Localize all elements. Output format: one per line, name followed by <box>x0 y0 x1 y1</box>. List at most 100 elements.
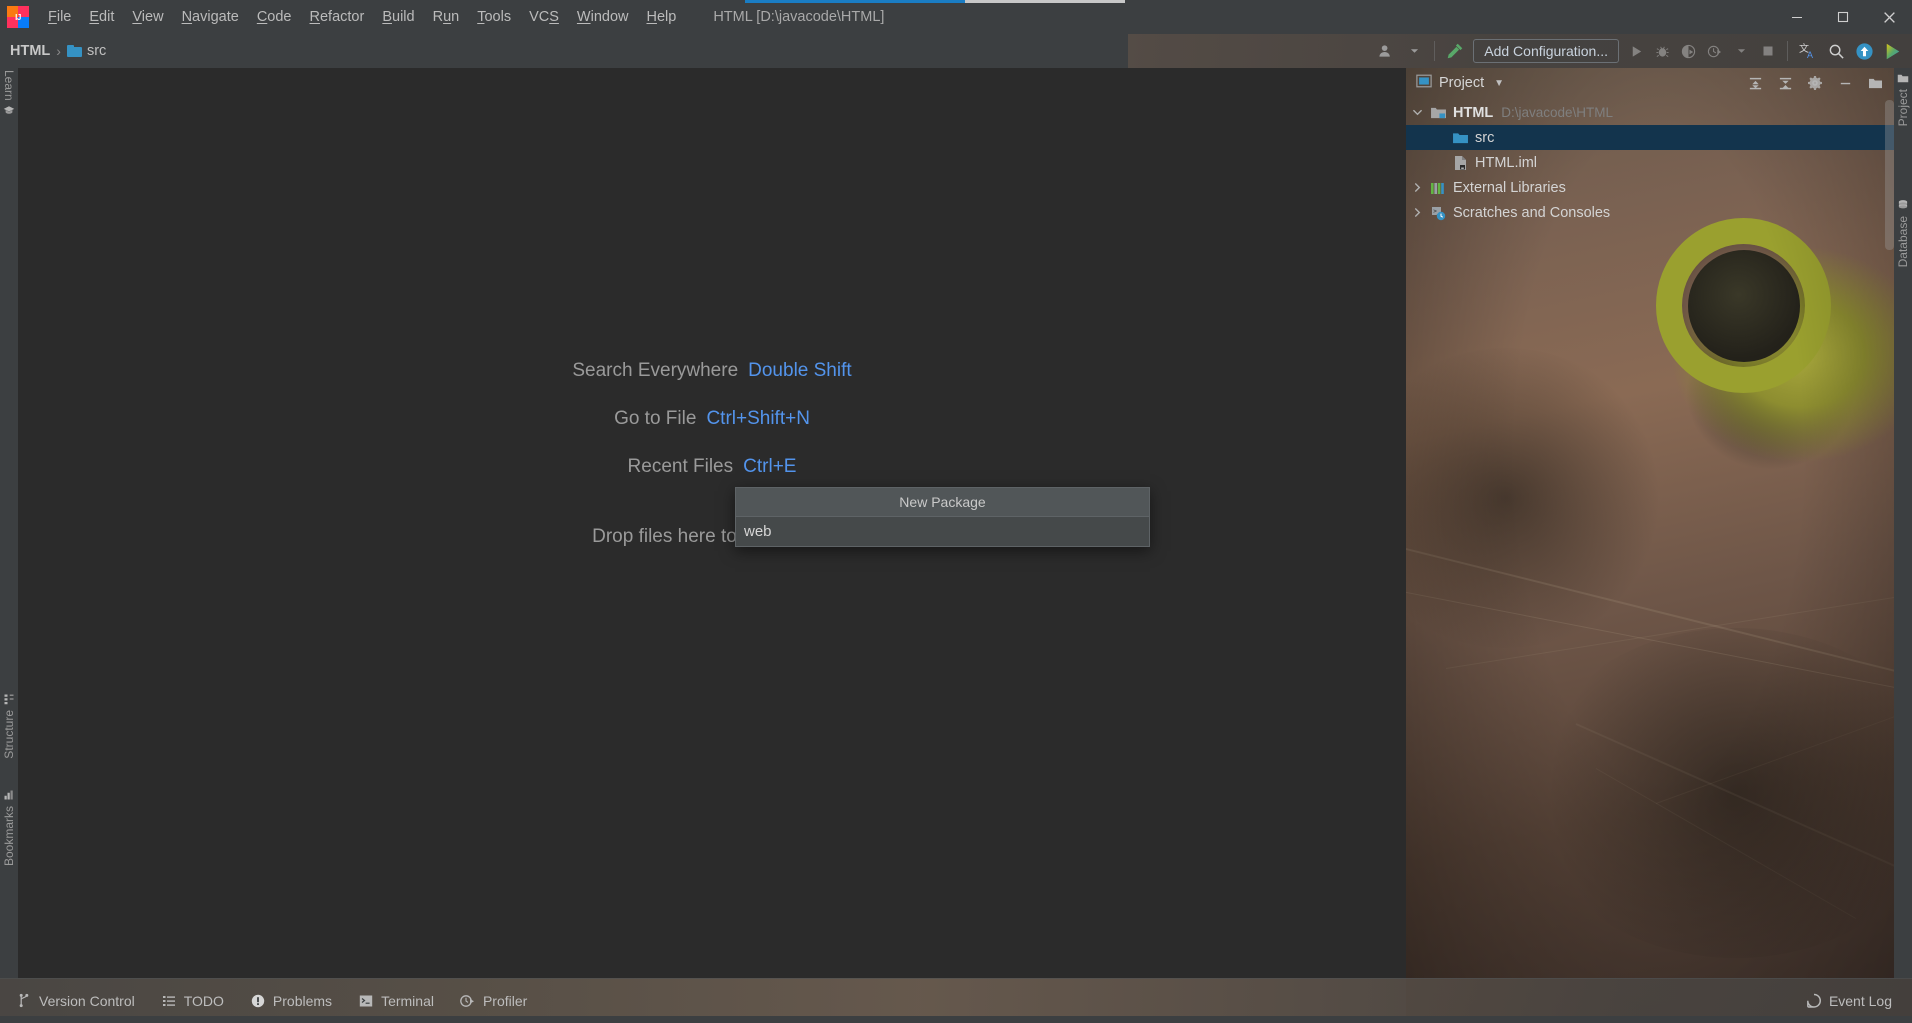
menu-item-edit[interactable]: Edit <box>80 5 123 29</box>
update-project-icon[interactable] <box>1850 37 1878 65</box>
tree-label: HTML <box>1453 104 1494 121</box>
hint-label: Search Everywhere <box>572 360 739 381</box>
tree-label: Scratches and Consoles <box>1453 204 1611 221</box>
structure-icon <box>3 693 15 707</box>
sidebar-item-bookmarks[interactable]: Bookmarks <box>0 786 18 866</box>
progress-fill <box>745 0 966 3</box>
user-avatar-icon[interactable] <box>1372 37 1400 65</box>
twisty-collapsed-icon[interactable] <box>1406 182 1428 193</box>
toolbar-separator <box>1434 41 1436 61</box>
menu-item-tools[interactable]: Tools <box>468 5 520 29</box>
tree-row-external-libraries[interactable]: External Libraries <box>1406 175 1894 200</box>
stop-icon[interactable] <box>1755 38 1781 64</box>
expand-all-icon[interactable] <box>1740 70 1770 96</box>
project-panel-header: Project ▼ <box>1406 68 1894 98</box>
hint-label: Recent Files <box>627 456 734 477</box>
learn-label: Learn <box>2 70 16 101</box>
menu-item-file[interactable]: File <box>39 5 80 29</box>
menu-item-window[interactable]: Window <box>568 5 638 29</box>
sidebar-item-database[interactable]: Database <box>1894 196 1912 267</box>
hint-shortcut: Double Shift <box>748 360 852 381</box>
sidebar-item-project[interactable]: Project <box>1894 70 1912 126</box>
twisty-expanded-icon[interactable] <box>1406 107 1428 118</box>
tree-row-html-iml[interactable]: HTML.iml <box>1406 150 1894 175</box>
status-item-problems[interactable]: Problems <box>240 989 342 1013</box>
left-tool-strip: Learn Structure Bookmarks <box>0 68 18 978</box>
status-item-terminal[interactable]: Terminal <box>348 989 444 1013</box>
chevron-down-icon[interactable] <box>1727 37 1755 65</box>
sidebar-item-learn[interactable]: Learn <box>0 70 18 121</box>
menu-item-code[interactable]: Code <box>248 5 301 29</box>
project-panel-scrollbar[interactable] <box>1885 100 1894 250</box>
tree-row-scratches-and-consoles[interactable]: >_ Scratches and Consoles <box>1406 200 1894 225</box>
project-tool-window: Project ▼ HTML D:\javacode\HTML src HTML… <box>1406 68 1894 978</box>
debug-icon[interactable] <box>1649 38 1675 64</box>
new-package-dialog[interactable]: New Package <box>735 487 1150 547</box>
menu-item-vcs[interactable]: VCS <box>520 5 568 29</box>
hint-shortcut: Ctrl+Shift+N <box>706 408 810 429</box>
status-item-profiler[interactable]: Profiler <box>450 989 537 1013</box>
project-panel-toolbar <box>1740 68 1890 98</box>
window-title: HTML [D:\javacode\HTML] <box>713 9 885 25</box>
project-tree: HTML D:\javacode\HTML src HTML.iml Exter… <box>1406 100 1894 225</box>
status-item-todo[interactable]: TODO <box>151 989 234 1013</box>
collapse-all-icon[interactable] <box>1770 70 1800 96</box>
right-tool-strip: Project Database <box>1894 68 1912 978</box>
play-colored-icon[interactable] <box>1878 37 1906 65</box>
tree-row-src[interactable]: src <box>1406 125 1894 150</box>
sidebar-item-structure[interactable]: Structure <box>0 690 18 759</box>
graduation-cap-icon <box>3 104 15 118</box>
libraries-icon <box>1428 181 1448 195</box>
iml-file-icon <box>1450 155 1470 171</box>
svg-text:A: A <box>1807 50 1813 60</box>
tree-label: External Libraries <box>1453 179 1566 196</box>
run-toolbar: Add Configuration... 文A <box>1372 34 1912 68</box>
status-label: Profiler <box>482 992 528 1009</box>
settings-gear-icon[interactable] <box>1800 70 1830 96</box>
intellij-idea-logo-icon: IJ <box>7 6 29 28</box>
profile-icon[interactable] <box>1701 38 1727 64</box>
menu-item-run[interactable]: Run <box>424 5 469 29</box>
source-folder-icon <box>1450 131 1470 145</box>
project-label: Project <box>1896 89 1910 127</box>
maximize-button[interactable] <box>1820 0 1866 34</box>
new-package-input-row[interactable] <box>735 516 1150 547</box>
scratches-icon: >_ <box>1428 205 1448 221</box>
twisty-collapsed-icon[interactable] <box>1406 207 1428 218</box>
menu-item-help[interactable]: Help <box>637 5 685 29</box>
breadcrumb-folder[interactable]: src <box>87 43 106 59</box>
bookmarks-icon <box>3 789 15 803</box>
terminal-icon <box>358 993 374 1009</box>
background-task-progress <box>0 0 1912 4</box>
hide-icon[interactable] <box>1830 70 1860 96</box>
chevron-down-icon[interactable]: ▼ <box>1494 78 1504 89</box>
status-bar-divider <box>0 978 1912 979</box>
new-package-input[interactable] <box>744 523 1149 540</box>
run-with-coverage-icon[interactable] <box>1675 38 1701 64</box>
minimize-button[interactable] <box>1774 0 1820 34</box>
status-item-event-log[interactable]: Event Log <box>1796 989 1902 1013</box>
status-item-version-control[interactable]: Version Control <box>6 989 145 1013</box>
tree-label: HTML.iml <box>1475 154 1538 171</box>
bookmarks-label: Bookmarks <box>2 806 16 867</box>
run-icon[interactable] <box>1623 38 1649 64</box>
tree-row-html-module[interactable]: HTML D:\javacode\HTML <box>1406 100 1894 125</box>
breadcrumb-separator: › <box>56 43 61 59</box>
close-button[interactable] <box>1866 0 1912 34</box>
add-configuration-button[interactable]: Add Configuration... <box>1473 39 1619 63</box>
translate-icon[interactable]: 文A <box>1794 37 1822 65</box>
menu-item-build[interactable]: Build <box>373 5 423 29</box>
breadcrumb-project[interactable]: HTML <box>10 43 50 59</box>
chevron-down-icon[interactable] <box>1400 37 1428 65</box>
tree-label: src <box>1475 129 1495 146</box>
editor-empty-area[interactable]: Search Everywhere Double Shift Go to Fil… <box>18 68 1406 978</box>
toolbar-separator <box>1787 41 1788 61</box>
search-everywhere-icon[interactable] <box>1822 37 1850 65</box>
menu-item-refactor[interactable]: Refactor <box>301 5 374 29</box>
folder-icon[interactable] <box>1860 70 1890 96</box>
structure-label: Structure <box>2 710 16 759</box>
hammer-build-icon[interactable] <box>1441 37 1469 65</box>
folder-icon <box>66 45 82 57</box>
menu-item-view[interactable]: View <box>123 5 172 29</box>
menu-item-navigate[interactable]: Navigate <box>173 5 248 29</box>
